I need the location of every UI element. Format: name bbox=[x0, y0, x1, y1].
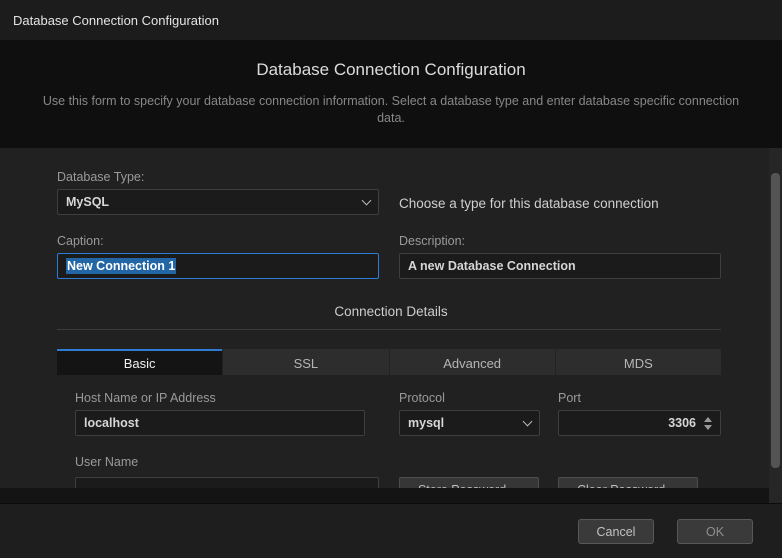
description-label: Description: bbox=[399, 234, 465, 248]
description-input[interactable]: A new Database Connection bbox=[399, 253, 721, 279]
caption-value: New Connection 1 bbox=[66, 258, 176, 274]
tab-basic[interactable]: Basic bbox=[57, 349, 222, 375]
tab-ssl-label: SSL bbox=[294, 356, 319, 371]
description-value: A new Database Connection bbox=[408, 259, 576, 273]
protocol-label: Protocol bbox=[399, 391, 445, 405]
protocol-value: mysql bbox=[408, 416, 444, 430]
clear-password-button[interactable]: Clear Password ... bbox=[558, 477, 698, 488]
port-value: 3306 bbox=[567, 416, 696, 430]
section-divider bbox=[57, 329, 721, 330]
ok-button[interactable]: OK bbox=[677, 519, 753, 544]
port-input[interactable]: 3306 bbox=[558, 410, 721, 436]
database-type-label: Database Type: bbox=[57, 170, 144, 184]
window-title: Database Connection Configuration bbox=[13, 13, 219, 28]
cancel-button-label: Cancel bbox=[597, 525, 636, 539]
page-title: Database Connection Configuration bbox=[0, 40, 782, 80]
protocol-select[interactable]: mysql bbox=[399, 410, 540, 436]
username-label: User Name bbox=[75, 455, 138, 469]
username-input[interactable] bbox=[75, 477, 379, 488]
ok-button-label: OK bbox=[706, 525, 724, 539]
host-value: localhost bbox=[84, 416, 139, 430]
database-type-select[interactable]: MySQL bbox=[57, 189, 379, 215]
tab-basic-label: Basic bbox=[124, 356, 156, 371]
tab-advanced-label: Advanced bbox=[443, 356, 501, 371]
port-label: Port bbox=[558, 391, 581, 405]
port-stepper[interactable] bbox=[704, 417, 712, 430]
cancel-button[interactable]: Cancel bbox=[578, 519, 654, 544]
dialog-header: Database Connection Configuration Use th… bbox=[0, 40, 782, 148]
tab-ssl[interactable]: SSL bbox=[222, 349, 388, 375]
connection-details-title: Connection Details bbox=[0, 304, 782, 319]
host-input[interactable]: localhost bbox=[75, 410, 365, 436]
database-type-value: MySQL bbox=[66, 195, 109, 209]
stepper-up-icon[interactable] bbox=[704, 417, 712, 422]
database-connection-dialog: Database Connection Configuration Databa… bbox=[0, 0, 782, 558]
tab-mds[interactable]: MDS bbox=[555, 349, 721, 375]
caption-label: Caption: bbox=[57, 234, 104, 248]
caption-input[interactable]: New Connection 1 bbox=[57, 253, 379, 279]
dialog-content: Database Type: MySQL Choose a type for t… bbox=[0, 148, 782, 488]
vertical-scrollbar[interactable] bbox=[769, 148, 782, 503]
database-type-hint: Choose a type for this database connecti… bbox=[399, 196, 659, 211]
tab-mds-label: MDS bbox=[624, 356, 653, 371]
store-password-button[interactable]: Store Password ... bbox=[399, 477, 539, 488]
content-footer-divider bbox=[0, 488, 782, 503]
chevron-down-icon bbox=[523, 416, 533, 426]
dialog-footer: Cancel OK bbox=[0, 503, 782, 558]
page-subtitle: Use this form to specify your database c… bbox=[38, 93, 744, 126]
chevron-down-icon bbox=[362, 195, 372, 205]
connection-details-tabs: Basic SSL Advanced MDS bbox=[57, 349, 721, 375]
stepper-down-icon[interactable] bbox=[704, 425, 712, 430]
window-titlebar: Database Connection Configuration bbox=[0, 0, 782, 40]
scrollbar-thumb[interactable] bbox=[771, 173, 780, 468]
tab-advanced[interactable]: Advanced bbox=[389, 349, 555, 375]
host-label: Host Name or IP Address bbox=[75, 391, 216, 405]
